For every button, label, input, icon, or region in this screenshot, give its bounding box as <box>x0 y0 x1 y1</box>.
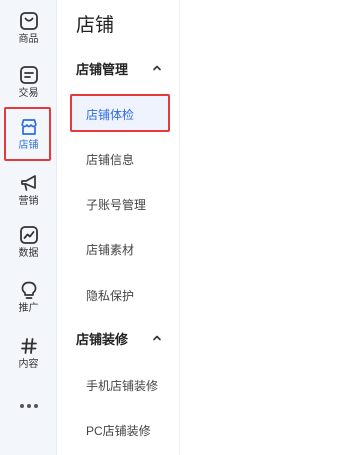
rail-item-label: 交易 <box>18 88 39 99</box>
menu-item-store-checkup[interactable]: 店铺体检 <box>86 106 134 123</box>
rail-item-store[interactable]: 店铺 <box>0 114 57 160</box>
store-icon <box>18 116 40 138</box>
rail-item-data[interactable]: 数据 <box>0 222 57 268</box>
chevron-up-icon <box>153 335 161 341</box>
rail-item-goods[interactable]: 商品 <box>0 8 57 54</box>
rail-item-trade[interactable]: 交易 <box>0 62 57 108</box>
store-submenu: 店铺 店铺管理 店铺体检 店铺信息 子账号管理 店铺素材 隐私保护 店铺装修 手… <box>58 0 180 455</box>
trade-icon <box>18 64 40 86</box>
more-dots-icon[interactable] <box>0 398 57 414</box>
group-store-decoration[interactable]: 店铺装修 <box>76 328 176 348</box>
menu-item-pc-decoration[interactable]: PC店铺装修 <box>86 422 151 439</box>
rail-item-marketing[interactable]: 营销 <box>0 170 57 216</box>
menu-item-sub-accounts[interactable]: 子账号管理 <box>86 196 146 213</box>
rail-item-label: 营销 <box>18 196 39 207</box>
rail-item-label: 推广 <box>18 303 39 314</box>
menu-item-privacy[interactable]: 隐私保护 <box>86 287 134 304</box>
rail-item-content[interactable]: 内容 <box>0 333 57 379</box>
group-label: 店铺管理 <box>76 61 129 77</box>
chart-icon <box>18 224 40 246</box>
hash-icon <box>18 335 40 357</box>
menu-item-store-info[interactable]: 店铺信息 <box>86 151 134 168</box>
chevron-up-icon <box>153 65 161 71</box>
rail-item-promotion[interactable]: 推广 <box>0 277 57 323</box>
rail-item-label: 数据 <box>18 248 39 259</box>
menu-item-mobile-decoration[interactable]: 手机店铺装修 <box>86 377 158 394</box>
rail-item-label: 内容 <box>18 359 39 370</box>
menu-item-store-assets[interactable]: 店铺素材 <box>86 241 134 258</box>
megaphone-icon <box>18 172 40 194</box>
submenu-title: 店铺 <box>76 15 115 36</box>
lightbulb-icon <box>18 279 40 301</box>
icon-rail: 商品 交易 店铺 营销 数据 推广 内容 <box>0 0 57 455</box>
group-store-management[interactable]: 店铺管理 <box>76 58 176 78</box>
group-label: 店铺装修 <box>76 331 129 347</box>
rail-item-label: 店铺 <box>18 140 39 151</box>
rail-item-label: 商品 <box>18 34 39 45</box>
goods-icon <box>18 10 40 32</box>
